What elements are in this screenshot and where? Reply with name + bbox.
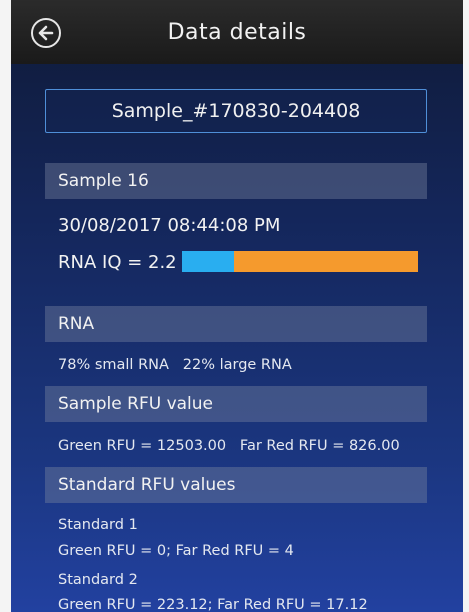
standard2-name: Standard 2 — [58, 572, 138, 588]
sample-rfu-values: Green RFU = 12503.00 Far Red RFU = 826.0… — [58, 438, 400, 454]
rna-iq-value: RNA IQ = 2.2 — [58, 252, 177, 273]
standard1-values: Green RFU = 0; Far Red RFU = 4 — [58, 543, 294, 559]
sample-section-header: Sample 16 — [45, 163, 427, 199]
page-title: Data details — [167, 19, 307, 45]
sample-name-field[interactable]: Sample_#170830-204408 — [45, 89, 427, 133]
rna-section-header: RNA — [45, 306, 427, 342]
sample-datetime: 30/08/2017 08:44:08 PM — [58, 215, 281, 236]
header-bar: Data details — [11, 0, 463, 64]
standard-rfu-section-header: Standard RFU values — [45, 467, 427, 503]
rna-iq-bar-large-segment — [233, 251, 418, 272]
sample-rfu-section-header: Sample RFU value — [45, 386, 427, 422]
rna-composition: 78% small RNA 22% large RNA — [58, 357, 292, 373]
back-arrow-circle-icon[interactable] — [31, 18, 61, 48]
standard1-name: Standard 1 — [58, 517, 138, 533]
data-details-screen: Data details Sample_#170830-204408 Sampl… — [11, 0, 463, 612]
rna-iq-bar-small-segment — [182, 251, 234, 272]
back-arrow-glyph — [38, 25, 54, 41]
standard2-values: Green RFU = 223.12; Far Red RFU = 17.12 — [58, 597, 368, 612]
rna-iq-bar — [182, 251, 418, 272]
